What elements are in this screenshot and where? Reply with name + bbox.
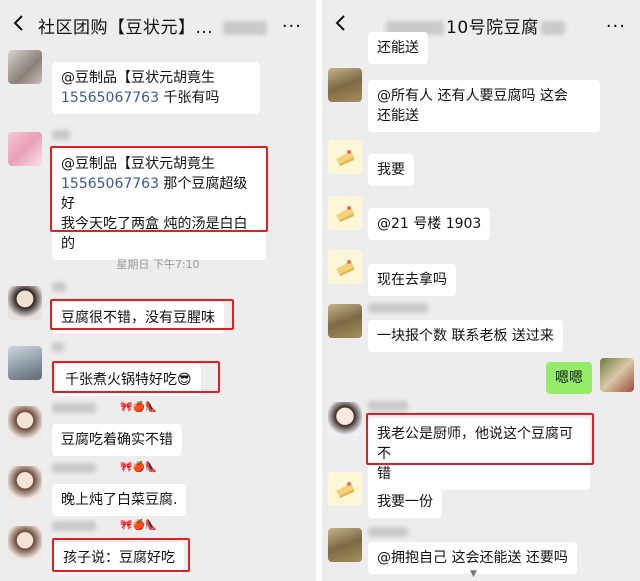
avatar[interactable]: [8, 346, 42, 380]
avatar[interactable]: [8, 50, 42, 84]
cake-avatar-icon[interactable]: [328, 472, 362, 506]
message-bubble[interactable]: 晚上炖了白菜豆腐.: [52, 484, 187, 516]
nickname-decoration: 🎀🍎👠: [120, 402, 158, 413]
nickname-decoration: 🎀🍎👠: [120, 520, 158, 531]
sender-nickname: [368, 303, 428, 313]
more-icon[interactable]: ···: [282, 16, 302, 37]
sender-nickname: [52, 521, 96, 531]
message-bubble[interactable]: 还能送: [368, 32, 428, 64]
back-arrow-icon[interactable]: [8, 12, 30, 34]
avatar[interactable]: [328, 68, 362, 102]
message-bubble[interactable]: @21 号楼 1903: [368, 208, 491, 240]
more-icon[interactable]: ···: [606, 16, 626, 37]
avatar[interactable]: [328, 304, 362, 338]
right-chat-panel: 10号院豆腐 ··· 还能送 @所有人 还有人要豆腐吗 这会 还能送 我要 @2…: [322, 0, 640, 581]
highlight-box: [366, 413, 594, 465]
message-bubble[interactable]: @所有人 还有人要豆腐吗 这会 还能送: [368, 80, 600, 132]
avatar[interactable]: [328, 528, 362, 562]
sender-nickname: [52, 282, 66, 292]
avatar[interactable]: [8, 286, 42, 320]
message-bubble[interactable]: 我要一份: [368, 486, 442, 518]
left-chat-panel: 社区团购【豆状元】... ··· @豆制品【豆状元胡竟生 15565067763…: [0, 0, 316, 581]
back-arrow-icon[interactable]: [330, 12, 352, 34]
own-message-bubble[interactable]: 嗯嗯: [546, 362, 592, 394]
chat-title: 社区团购【豆状元】...: [38, 13, 268, 38]
avatar[interactable]: [8, 132, 42, 166]
highlight-box: [50, 146, 268, 232]
sender-nickname: [52, 403, 96, 413]
cake-avatar-icon[interactable]: [328, 196, 362, 230]
own-avatar[interactable]: [600, 358, 634, 392]
message-bubble[interactable]: 我要: [368, 154, 414, 186]
message-bubble[interactable]: @豆制品【豆状元胡竟生 15565067763 千张有吗: [52, 62, 260, 114]
timestamp: 星期日 下午7:10: [116, 258, 200, 271]
message-bubble[interactable]: 一块报个数 联系老板 送过来: [368, 320, 563, 352]
sender-nickname: [368, 527, 408, 537]
avatar[interactable]: [8, 526, 42, 560]
scroll-down-icon[interactable]: ▼: [470, 569, 477, 579]
sender-nickname: [52, 130, 70, 140]
avatar[interactable]: [328, 402, 362, 436]
sender-nickname: [52, 342, 64, 352]
cake-avatar-icon[interactable]: [328, 250, 362, 284]
avatar[interactable]: [8, 466, 42, 500]
chat-header: 社区团购【豆状元】... ···: [0, 0, 316, 50]
highlight-box: [52, 361, 220, 393]
avatar[interactable]: [8, 406, 42, 440]
sender-nickname: [52, 463, 96, 473]
highlight-box: [52, 538, 190, 572]
message-bubble[interactable]: 现在去拿吗: [368, 264, 456, 296]
highlight-box: [50, 299, 234, 330]
sender-nickname: [368, 401, 408, 411]
message-bubble[interactable]: 豆腐吃着确实不错: [52, 424, 182, 456]
cake-avatar-icon[interactable]: [328, 140, 362, 174]
nickname-decoration: 🎀🍎👠: [120, 462, 158, 473]
